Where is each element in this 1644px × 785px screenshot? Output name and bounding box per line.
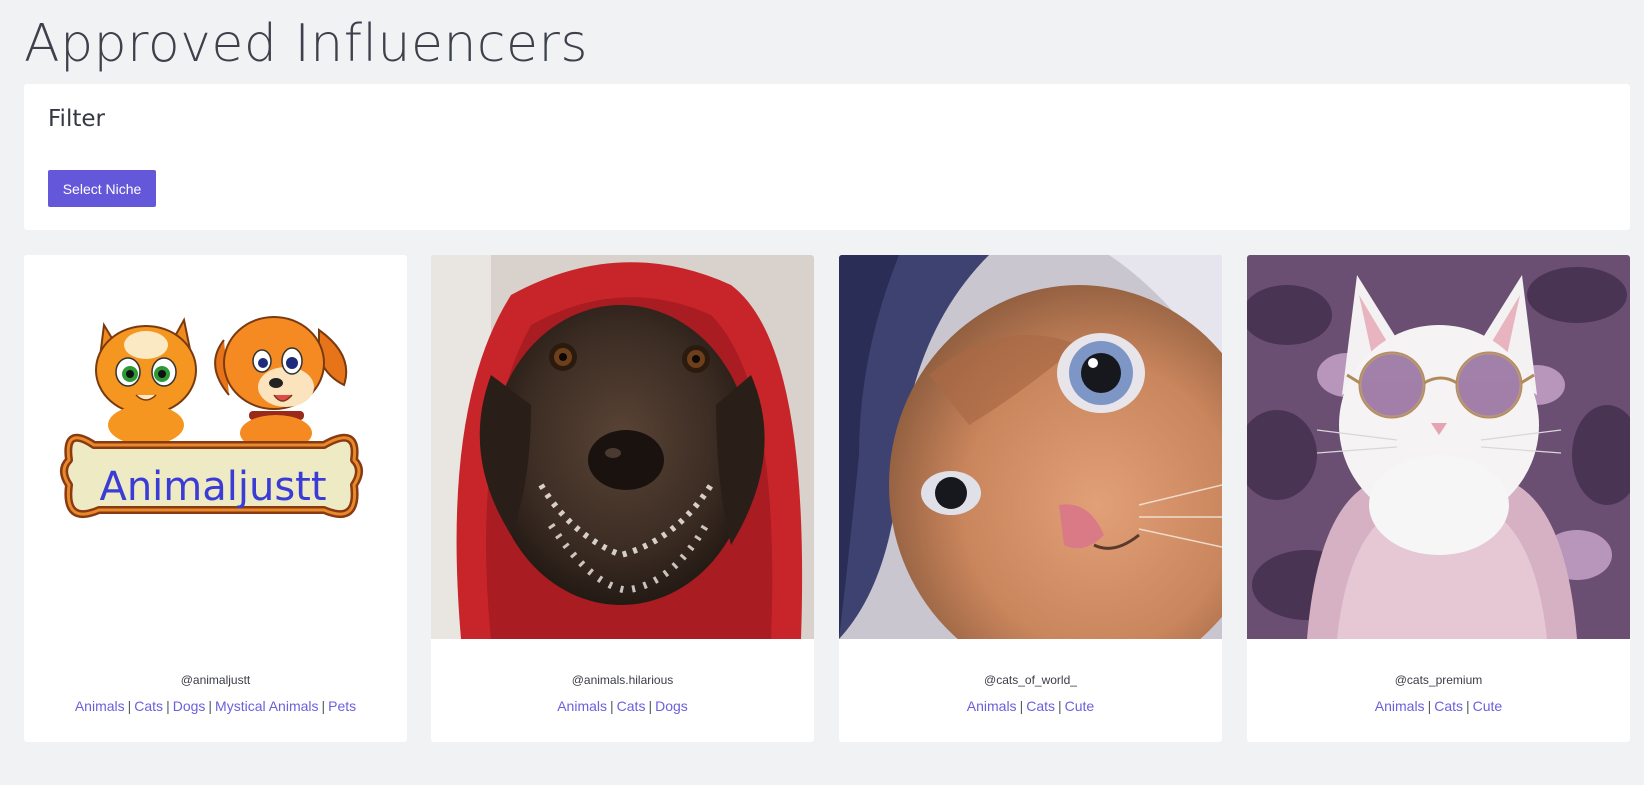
cartoon-cat-icon	[95, 317, 197, 445]
tag-separator: |	[321, 698, 326, 714]
tag-link[interactable]: Dogs	[173, 698, 206, 714]
tag-separator: |	[1466, 698, 1470, 714]
tag-link[interactable]: Dogs	[655, 698, 688, 714]
tag-link[interactable]: Cats	[617, 698, 646, 714]
tag-link[interactable]: Animals	[967, 698, 1017, 714]
dog-in-red-hood-photo[interactable]	[431, 255, 814, 639]
influencer-handle: @animals.hilarious	[571, 673, 674, 687]
tag-link[interactable]: Animals	[75, 698, 125, 714]
niche-tags: Animals | Cats | Dogs	[431, 698, 814, 714]
tag-link[interactable]: Mystical Animals	[215, 698, 318, 714]
tag-link[interactable]: Animals	[557, 698, 607, 714]
tag-link[interactable]: Animals	[1375, 698, 1425, 714]
tag-link[interactable]: Cute	[1065, 698, 1095, 714]
kitten-closeup-photo[interactable]	[839, 255, 1222, 639]
white-cat-photo-icon	[1247, 255, 1630, 639]
kitten-photo-icon	[839, 255, 1222, 639]
select-niche-button[interactable]: Select Niche	[48, 170, 156, 207]
influencer-handle: @cats_premium	[1394, 673, 1483, 687]
filter-heading: Filter	[48, 106, 105, 132]
influencer-handle: @animaljustt	[180, 673, 251, 687]
influencer-handle: @cats_of_world_	[984, 673, 1077, 687]
tag-link[interactable]: Cats	[1434, 698, 1463, 714]
tag-separator: |	[1427, 698, 1432, 714]
tag-link[interactable]: Cute	[1473, 698, 1503, 714]
white-cat-sunglasses-photo[interactable]	[1247, 255, 1630, 639]
animaljustt-logo: Animaljustt	[24, 255, 407, 639]
influencer-card[interactable]: @cats_premium Animals | Cats | Cute	[1247, 255, 1630, 742]
tag-separator: |	[127, 698, 132, 714]
bone-sign-icon: Animaljustt	[60, 433, 363, 518]
influencer-card[interactable]: Animaljustt @animaljustt Animals | Cats | Do…	[24, 255, 407, 742]
logo-text: Animaljustt	[99, 464, 326, 510]
niche-tags: Animals | Cats | Dogs | Mystical Animals | Pets	[24, 698, 407, 714]
tag-link[interactable]: Cats	[1026, 698, 1055, 714]
tag-separator: |	[648, 698, 653, 714]
tag-separator: |	[166, 698, 170, 714]
tag-link[interactable]: Cats	[134, 698, 163, 714]
influencer-card[interactable]: @animals.hilarious Animals | Cats | Dogs	[431, 255, 814, 742]
tag-separator: |	[610, 698, 614, 714]
animaljustt-logo-image[interactable]: Animaljustt	[24, 255, 407, 639]
tag-separator: |	[1019, 698, 1024, 714]
tag-separator: |	[1058, 698, 1062, 714]
niche-tags: Animals | Cats | Cute	[1247, 698, 1630, 714]
influencer-card[interactable]: @cats_of_world_ Animals | Cats | Cute	[839, 255, 1222, 742]
dog-photo-icon	[431, 255, 814, 639]
filter-panel: Filter Select Niche	[24, 84, 1630, 230]
page-title: Approved Influencers	[24, 14, 588, 74]
tag-separator: |	[208, 698, 213, 714]
influencer-grid: Animaljustt @animaljustt Animals | Cats | Do…	[24, 255, 1630, 742]
tag-link[interactable]: Pets	[328, 698, 356, 714]
niche-tags: Animals | Cats | Cute	[839, 698, 1222, 714]
